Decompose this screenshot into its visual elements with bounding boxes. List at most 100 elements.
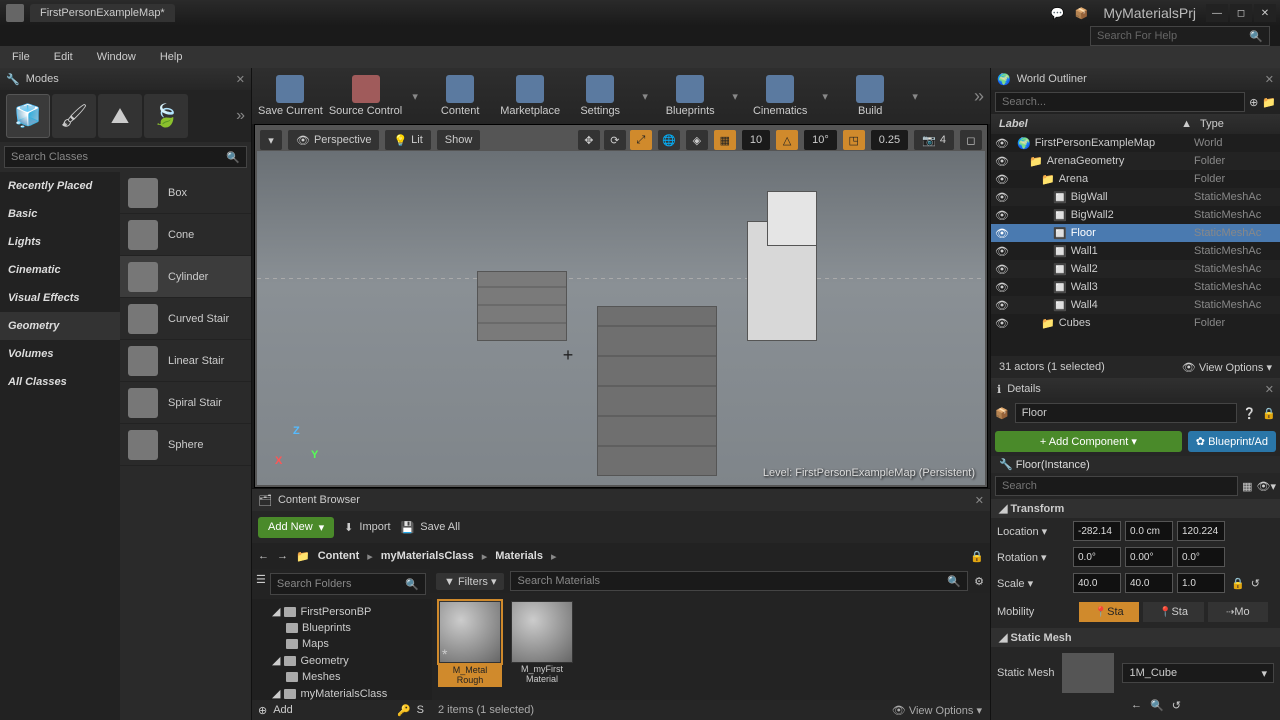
breadcrumb[interactable]: Content	[318, 550, 360, 562]
grid-snap-toggle[interactable]: ▦	[713, 129, 737, 151]
search-assets-input[interactable]: Search Materials🔍	[510, 571, 968, 591]
search-folders-input[interactable]: Search Folders🔍	[270, 573, 426, 595]
place-item-box[interactable]: Box	[120, 172, 251, 214]
visibility-icon[interactable]: 👁	[995, 155, 1009, 168]
expand-icon[interactable]: »	[236, 107, 245, 125]
matrix-view-icon[interactable]: ▦	[1242, 480, 1252, 493]
menu-edit[interactable]: Edit	[42, 46, 85, 68]
label-column[interactable]: Label	[999, 118, 1173, 130]
tree-toggle-icon[interactable]: ☰	[256, 573, 266, 595]
menu-file[interactable]: File	[0, 46, 42, 68]
location-y[interactable]	[1125, 521, 1173, 541]
static-mesh-section[interactable]: ◢ Static Mesh	[991, 628, 1280, 647]
category-basic[interactable]: Basic	[0, 200, 120, 228]
rotate-gizmo[interactable]: ⟳	[603, 129, 627, 151]
rotation-z[interactable]	[1177, 547, 1225, 567]
menu-window[interactable]: Window	[85, 46, 148, 68]
scale-snap-toggle[interactable]: ◳	[842, 129, 866, 151]
chat-icon[interactable]: 💬	[1047, 3, 1067, 23]
transform-section[interactable]: ◢ Transform	[991, 499, 1280, 518]
maximize-viewport[interactable]: ◻	[959, 129, 983, 151]
world-local-toggle[interactable]: 🌐	[657, 129, 681, 151]
tree-item[interactable]: Maps	[252, 636, 432, 652]
angle-snap-toggle[interactable]: △	[775, 129, 799, 151]
outliner-search-input[interactable]	[995, 92, 1245, 112]
lit-button[interactable]: 💡 Lit	[384, 129, 431, 151]
visibility-icon[interactable]: 👁	[995, 209, 1009, 222]
toolbar-dropdown[interactable]: ▾	[638, 71, 652, 121]
close-panel-icon[interactable]: ✕	[236, 73, 245, 86]
mobility-stationary[interactable]: 📍 Sta	[1143, 602, 1203, 622]
reset-icon[interactable]: ↺	[1172, 699, 1181, 712]
asset-item[interactable]: *M_Metal Rough	[438, 601, 502, 692]
nav-back-icon[interactable]: ←	[258, 550, 269, 562]
camera-speed[interactable]: 📷 4	[913, 129, 955, 151]
toolbar-marketplace[interactable]: Marketplace	[498, 71, 562, 121]
maximize-button[interactable]: ◻	[1230, 4, 1252, 22]
toolbar-dropdown[interactable]: ▾	[908, 71, 922, 121]
breadcrumb[interactable]: Materials	[495, 550, 543, 562]
outliner-row[interactable]: 👁📁CubesFolder	[991, 314, 1280, 332]
folder-icon[interactable]: 📁	[296, 550, 310, 563]
search-classes-input[interactable]: Search Classes🔍	[4, 146, 247, 168]
toolbar-build[interactable]: Build	[838, 71, 902, 121]
mobility-static[interactable]: 📍 Sta	[1079, 602, 1139, 622]
reset-icon[interactable]: ↺	[1251, 577, 1260, 590]
visibility-icon[interactable]: 👁	[995, 263, 1009, 276]
lock-scale-icon[interactable]: 🔒	[1231, 577, 1245, 590]
toolbar-scroll-icon[interactable]: »	[974, 86, 984, 107]
close-panel-icon[interactable]: ✕	[975, 494, 984, 507]
nav-fwd-icon[interactable]: →	[277, 550, 288, 562]
view-options-button[interactable]: 👁 View Options ▾	[892, 704, 982, 717]
category-volumes[interactable]: Volumes	[0, 340, 120, 368]
filter-icon[interactable]: ⊕	[1249, 96, 1258, 109]
perspective-button[interactable]: 👁 Perspective	[287, 129, 380, 151]
grid-snap-value[interactable]: 10	[741, 129, 771, 151]
category-cinematic[interactable]: Cinematic	[0, 256, 120, 284]
place-item-spiral-stair[interactable]: Spiral Stair	[120, 382, 251, 424]
browse-icon[interactable]: 🔍	[1150, 699, 1164, 712]
visibility-icon[interactable]: 👁	[995, 191, 1009, 204]
toolbar-dropdown[interactable]: ▾	[818, 71, 832, 121]
mesh-thumbnail[interactable]	[1062, 653, 1114, 693]
lock-icon[interactable]: 🔒	[970, 550, 984, 563]
location-z[interactable]	[1177, 521, 1225, 541]
outliner-row[interactable]: 👁🔲Wall4StaticMeshAc	[991, 296, 1280, 314]
add-new-button[interactable]: Add New ▾	[258, 517, 334, 538]
toolbar-blueprints[interactable]: Blueprints	[658, 71, 722, 121]
place-item-cylinder[interactable]: Cylinder	[120, 256, 251, 298]
toolbar-cinematics[interactable]: Cinematics	[748, 71, 812, 121]
visibility-icon[interactable]: 👁	[995, 281, 1009, 294]
close-panel-icon[interactable]: ✕	[1265, 383, 1274, 396]
category-geometry[interactable]: Geometry	[0, 312, 120, 340]
toolbar-save-current[interactable]: Save Current	[258, 71, 323, 121]
scale-x[interactable]	[1073, 573, 1121, 593]
category-visual-effects[interactable]: Visual Effects	[0, 284, 120, 312]
minimize-button[interactable]: —	[1206, 4, 1228, 22]
visibility-icon[interactable]: 👁	[995, 245, 1009, 258]
view-options-button[interactable]: 👁 View Options ▾	[1182, 361, 1272, 374]
add-collection-icon[interactable]: ⊕	[258, 704, 267, 717]
category-all-classes[interactable]: All Classes	[0, 368, 120, 396]
outliner-row[interactable]: 👁🔲FloorStaticMeshAc	[991, 224, 1280, 242]
visibility-icon[interactable]: 👁	[995, 137, 1009, 150]
scale-gizmo[interactable]: ⤢	[629, 129, 653, 151]
search-help-input[interactable]: Search For Help🔍	[1090, 26, 1270, 46]
s-icon[interactable]: 🔑	[397, 704, 411, 717]
translate-gizmo[interactable]: ✥	[577, 129, 601, 151]
toolbar-dropdown[interactable]: ▾	[728, 71, 742, 121]
save-all-button[interactable]: 💾 Save All	[401, 521, 460, 534]
tree-item[interactable]: ◢ myMaterialsClass	[252, 685, 432, 700]
close-button[interactable]: ✕	[1254, 4, 1276, 22]
landscape-mode-icon[interactable]: ⛰	[98, 94, 142, 138]
viewport-options[interactable]: ▾	[259, 129, 283, 151]
outliner-row[interactable]: 👁🔲Wall2StaticMeshAc	[991, 260, 1280, 278]
category-recently-placed[interactable]: Recently Placed	[0, 172, 120, 200]
tree-item[interactable]: Blueprints	[252, 620, 432, 636]
foliage-mode-icon[interactable]: 🍃	[144, 94, 188, 138]
document-tab[interactable]: FirstPersonExampleMap*	[30, 4, 175, 22]
mobility-movable[interactable]: ⇢ Mo	[1208, 602, 1268, 622]
scale-y[interactable]	[1125, 573, 1173, 593]
component-instance[interactable]: 🔧 Floor(Instance)	[991, 456, 1280, 473]
mesh-combo[interactable]: 1M_Cube▾	[1122, 663, 1274, 683]
